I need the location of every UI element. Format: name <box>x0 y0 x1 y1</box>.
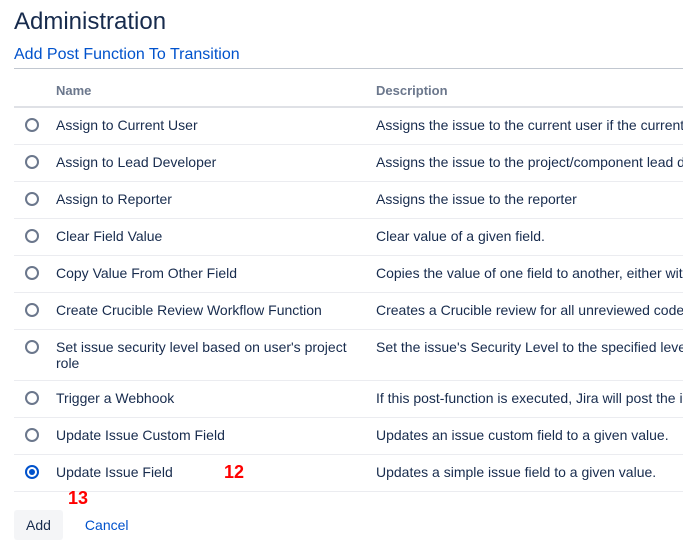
cancel-link[interactable]: Cancel <box>85 517 129 533</box>
function-name: Clear Field Value <box>56 228 162 244</box>
section-divider <box>14 68 683 69</box>
radio-button[interactable] <box>25 229 39 243</box>
radio-cell <box>14 145 50 182</box>
table-row[interactable]: Copy Value From Other Field Copies the va… <box>14 256 683 293</box>
radio-cell <box>14 381 50 418</box>
radio-button[interactable] <box>25 465 39 479</box>
description-cell: Creates a Crucible review for all unrevi… <box>370 293 683 330</box>
column-header-description: Description <box>370 75 683 107</box>
radio-cell <box>14 455 50 492</box>
radio-cell <box>14 418 50 455</box>
description-cell: Assigns the issue to the project/compone… <box>370 145 683 182</box>
table-row[interactable]: Assign to Reporter Assigns the issue to t… <box>14 182 683 219</box>
table-row[interactable]: Trigger a Webhook If this post-function i… <box>14 381 683 418</box>
table-row[interactable]: Set issue security level based on user's… <box>14 330 683 381</box>
radio-button[interactable] <box>25 118 39 132</box>
function-name: Assign to Reporter <box>56 191 172 207</box>
function-name: Assign to Current User <box>56 117 198 133</box>
name-cell: Update Issue Custom Field <box>50 418 370 455</box>
description-cell: Set the issue's Security Level to the sp… <box>370 330 683 381</box>
name-cell: Update Issue Field 12 <box>50 455 370 492</box>
radio-button[interactable] <box>25 192 39 206</box>
radio-button[interactable] <box>25 303 39 317</box>
name-cell: Copy Value From Other Field <box>50 256 370 293</box>
radio-cell <box>14 330 50 381</box>
table-row[interactable]: Clear Field Value Clear value of a given … <box>14 219 683 256</box>
radio-button[interactable] <box>25 391 39 405</box>
radio-button[interactable] <box>25 340 39 354</box>
table-row[interactable]: Update Issue Custom Field Updates an issu… <box>14 418 683 455</box>
name-cell: Create Crucible Review Workflow Function <box>50 293 370 330</box>
function-name: Trigger a Webhook <box>56 390 174 406</box>
table-row[interactable]: Create Crucible Review Workflow Function… <box>14 293 683 330</box>
name-cell: Clear Field Value <box>50 219 370 256</box>
description-cell: Assigns the issue to the reporter <box>370 182 683 219</box>
section-title: Add Post Function To Transition <box>14 46 683 64</box>
radio-button[interactable] <box>25 155 39 169</box>
add-button[interactable]: Add <box>14 510 63 540</box>
function-name: Assign to Lead Developer <box>56 154 216 170</box>
function-name: Update Issue Field <box>56 464 173 480</box>
name-cell: Set issue security level based on user's… <box>50 330 370 381</box>
radio-cell <box>14 256 50 293</box>
radio-cell <box>14 182 50 219</box>
description-cell: If this post-function is executed, Jira … <box>370 381 683 418</box>
radio-button[interactable] <box>25 266 39 280</box>
column-header-radio <box>14 75 50 107</box>
column-header-name: Name <box>50 75 370 107</box>
table-row[interactable]: Update Issue Field 12 Updates a simple iss… <box>14 455 683 492</box>
description-cell: Clear value of a given field. <box>370 219 683 256</box>
name-cell: Assign to Lead Developer <box>50 145 370 182</box>
name-cell: Assign to Current User <box>50 107 370 145</box>
radio-cell <box>14 219 50 256</box>
table-row[interactable]: Assign to Current User Assigns the issue … <box>14 107 683 145</box>
name-cell: Assign to Reporter <box>50 182 370 219</box>
function-name: Update Issue Custom Field <box>56 427 225 443</box>
radio-cell <box>14 107 50 145</box>
radio-button[interactable] <box>25 428 39 442</box>
button-row: 13 Add Cancel <box>14 510 683 540</box>
table-row[interactable]: Assign to Lead Developer Assigns the issu… <box>14 145 683 182</box>
page-title: Administration <box>14 8 683 36</box>
description-cell: Assigns the issue to the current user if… <box>370 107 683 145</box>
function-name: Set issue security level based on user's… <box>56 339 347 371</box>
description-cell: Updates a simple issue field to a given … <box>370 455 683 492</box>
annotation-12: 12 <box>224 462 244 483</box>
description-cell: Copies the value of one field to another… <box>370 256 683 293</box>
name-cell: Trigger a Webhook <box>50 381 370 418</box>
function-name: Create Crucible Review Workflow Function <box>56 302 322 318</box>
function-name: Copy Value From Other Field <box>56 265 237 281</box>
post-function-table: Name Description Assign to Current UserA… <box>14 75 683 492</box>
radio-cell <box>14 293 50 330</box>
description-cell: Updates an issue custom field to a given… <box>370 418 683 455</box>
